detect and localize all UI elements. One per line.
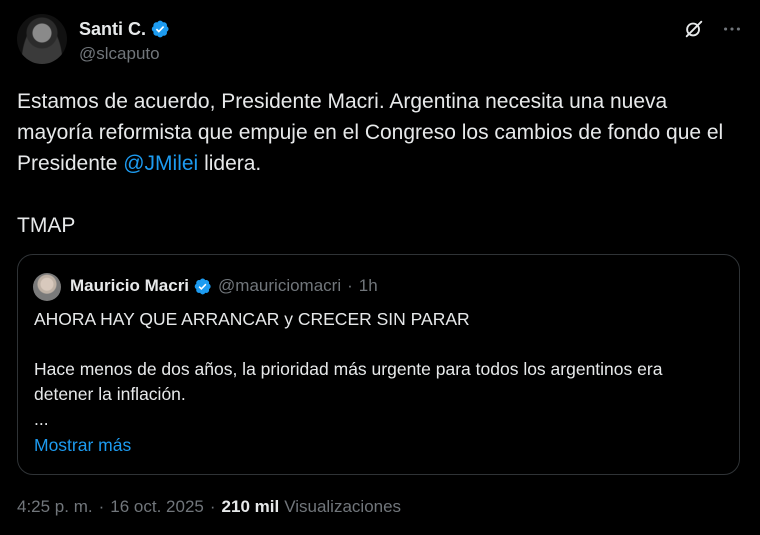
quoted-tweet[interactable]: Mauricio Macri @mauriciomacri · 1h AHORA… xyxy=(17,254,740,475)
quoted-tweet-text: AHORA HAY QUE ARRANCAR y CRECER SIN PARA… xyxy=(34,309,663,429)
author-avatar[interactable] xyxy=(17,14,67,64)
more-dots-icon[interactable] xyxy=(721,18,743,40)
meta-separator: · xyxy=(98,497,105,516)
author-handle[interactable]: @slcaputo xyxy=(79,44,160,64)
show-more-link[interactable]: Mostrar más xyxy=(34,435,131,456)
tweet-header: Santi C. @slcaputo xyxy=(17,14,743,68)
views-label: Visualizaciones xyxy=(284,497,402,516)
tweet-signoff: TMAP xyxy=(17,214,76,237)
quoted-author-handle[interactable]: @mauriciomacri xyxy=(218,276,341,296)
author-name-row: Santi C. xyxy=(79,18,170,40)
verified-badge-icon xyxy=(194,278,211,294)
tweet-meta: 4:25 p. m. · 16 oct. 2025 · 210 mil Visu… xyxy=(17,497,401,517)
quoted-time[interactable]: 1h xyxy=(359,276,378,296)
mention-link[interactable]: @JMilei xyxy=(123,152,198,175)
tweet-date[interactable]: 16 oct. 2025 xyxy=(110,497,204,517)
tweet-body: Estamos de acuerdo, Presidente Macri. Ar… xyxy=(17,86,743,241)
grok-icon[interactable] xyxy=(683,18,705,40)
tweet-time[interactable]: 4:25 p. m. xyxy=(17,497,93,517)
meta-separator: · xyxy=(209,497,216,516)
quoted-separator: · xyxy=(347,276,353,295)
quoted-author-name[interactable]: Mauricio Macri xyxy=(70,276,189,296)
author-name[interactable]: Santi C. xyxy=(79,19,146,40)
quoted-author-avatar[interactable] xyxy=(33,273,61,301)
verified-badge-icon xyxy=(151,20,169,38)
tweet-text-end: lidera. xyxy=(198,152,262,175)
views-count[interactable]: 210 mil xyxy=(222,497,280,517)
quoted-author-row: Mauricio Macri @mauriciomacri · 1h xyxy=(70,275,378,297)
